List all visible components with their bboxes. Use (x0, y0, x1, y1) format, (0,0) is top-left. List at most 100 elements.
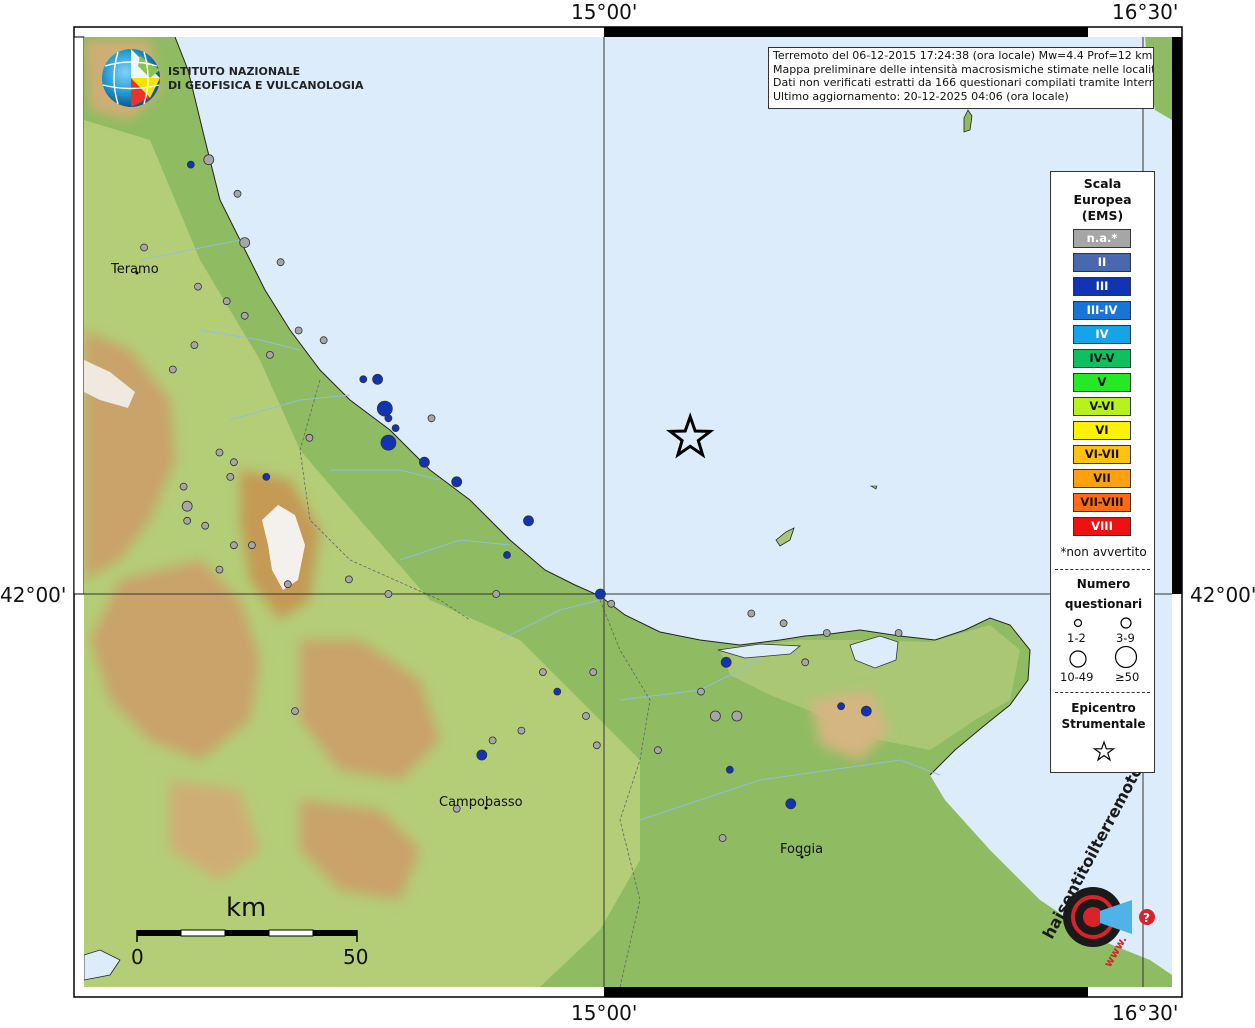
intensity-point (140, 243, 149, 252)
intensity-point (492, 590, 501, 598)
ems-level: VIII (1073, 517, 1131, 536)
intensity-point (229, 541, 238, 550)
intensity-point (372, 373, 384, 385)
intensity-point (344, 575, 353, 584)
intensity-point (654, 746, 662, 755)
ems-level: VI-VII (1073, 445, 1131, 464)
intensity-point (503, 551, 511, 559)
intensity-point (747, 609, 756, 618)
intensity-point (384, 590, 393, 598)
legend-panel: Scala Europea (EMS) n.a.* II III III-IV IV IV… (1050, 171, 1155, 773)
info-line-update: Ultimo aggiornamento: 20-12-2025 04:06 (… (773, 89, 1069, 103)
ingv-line1: ISTITUTO NAZIONALE (168, 65, 300, 78)
size-label-3-9: 3-9 (1116, 631, 1135, 645)
intensity-point (229, 458, 238, 467)
intensity-point (779, 619, 788, 628)
coord-right-42: 42°00' (1190, 583, 1255, 607)
ems-level: V-VI (1073, 397, 1131, 416)
intensity-point (582, 712, 590, 720)
intensity-point (247, 541, 256, 550)
intensity-point (837, 702, 845, 711)
intensity-point (539, 668, 547, 676)
scale-min: 0 (131, 945, 144, 969)
intensity-point (731, 710, 743, 722)
ems-level: IV-V (1073, 349, 1131, 368)
intensity-point (215, 448, 224, 457)
legend-title: Scala Europea (EMS) (1073, 176, 1132, 223)
intensity-point (183, 516, 192, 525)
place-foggia: Foggia (780, 842, 823, 857)
intensity-point (718, 834, 727, 842)
intensity-point (822, 629, 831, 637)
info-line-data: Dati non verificati estratti da 166 ques… (773, 76, 1154, 89)
intensity-point (720, 656, 732, 668)
size-label-1-2: 1-2 (1067, 631, 1086, 645)
intensity-point (523, 515, 534, 527)
scale-max: 50 (343, 945, 368, 969)
intensity-point (860, 705, 872, 717)
intensity-point (801, 658, 810, 667)
frame-bar-top (604, 27, 1088, 37)
frame-bar-right (1172, 37, 1182, 594)
size-symbol-50 (1114, 645, 1138, 669)
legend-epicentro-title: Epicentro Strumentale (1061, 701, 1146, 731)
legend-divider-2 (1055, 692, 1150, 693)
legend-divider (1055, 569, 1150, 570)
intensity-point (283, 580, 292, 589)
intensity-point (451, 476, 463, 488)
legend-epicenter-star-icon (1092, 740, 1116, 762)
intensity-point (181, 500, 193, 512)
coord-top-1630: 16°30' (1112, 0, 1179, 24)
intensity-point (233, 189, 242, 198)
place-campobasso: Campobasso (439, 795, 523, 810)
intensity-point (262, 472, 271, 481)
coord-bottom-1630: 16°30' (1112, 1001, 1179, 1025)
ems-level: IV (1073, 325, 1131, 344)
intensity-point (276, 258, 285, 267)
intensity-point (725, 765, 734, 774)
intensity-point (201, 521, 210, 530)
intensity-point (391, 424, 400, 433)
ems-level: n.a.* (1073, 229, 1131, 248)
intensity-point (194, 282, 202, 291)
intensity-point (894, 629, 903, 637)
ems-level: III-IV (1073, 301, 1131, 320)
event-info-box: Terremoto del 06-12-2015 17:24:38 (ora l… (768, 47, 1154, 109)
intensity-point (592, 741, 601, 750)
ems-level: VII-VIII (1073, 493, 1131, 512)
intensity-point (215, 565, 224, 574)
intensity-point (222, 297, 231, 306)
intensity-point (710, 710, 721, 722)
scale-unit: km (226, 893, 266, 923)
intensity-point (168, 365, 177, 374)
intensity-point (305, 433, 314, 442)
info-line-event: Terremoto del 06-12-2015 17:24:38 (ora l… (773, 49, 1153, 62)
intensity-point (553, 687, 562, 696)
frame-bar-left (73, 36, 85, 595)
intensity-point (190, 341, 199, 350)
intensity-point (427, 414, 436, 423)
intensity-point (488, 736, 497, 745)
ems-level: VI (1073, 421, 1131, 440)
intensity-point (697, 687, 705, 696)
coord-bottom-15: 15°00' (571, 1001, 638, 1025)
ems-level: III (1073, 277, 1131, 296)
intensity-point (226, 472, 235, 481)
intensity-point (294, 326, 303, 335)
intensity-point (595, 588, 606, 600)
intensity-point (376, 400, 393, 417)
intensity-point (319, 336, 328, 345)
intensity-point (476, 749, 488, 761)
ems-level: II (1073, 253, 1131, 272)
intensity-point (418, 456, 430, 468)
size-symbol-3-9 (1120, 617, 1132, 629)
ems-level: VII (1073, 469, 1131, 488)
intensity-point (359, 375, 368, 384)
legend-numero-title: Numero questionari (1064, 577, 1143, 611)
ems-level: V (1073, 373, 1131, 392)
intensity-point (380, 434, 397, 451)
macroseismic-map: Teramo Campobasso Foggia km 0 50 ISTITUT… (0, 0, 1255, 1025)
size-symbol-10-49 (1069, 650, 1087, 668)
size-symbol-1-2 (1073, 618, 1083, 628)
coord-left-42: 42°00' (0, 583, 67, 607)
